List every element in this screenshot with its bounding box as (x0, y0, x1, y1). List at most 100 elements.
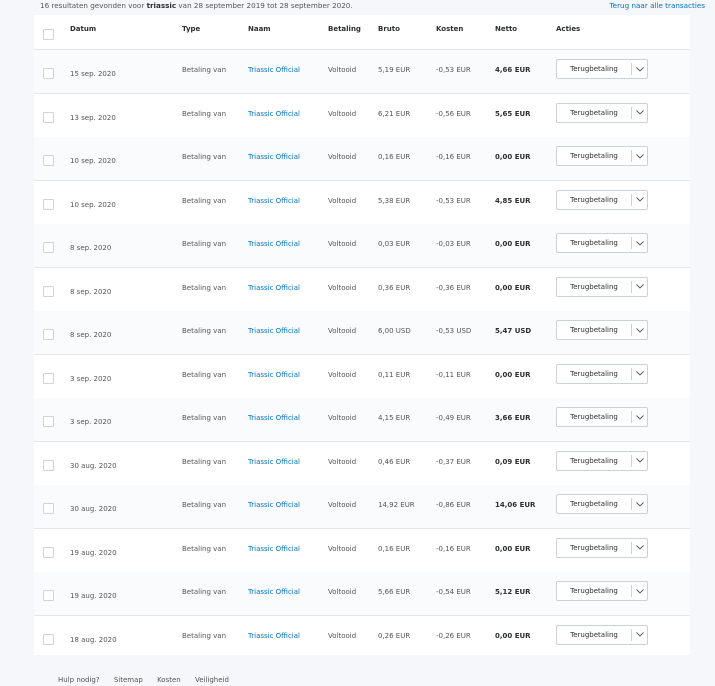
table-row[interactable]: 30 aug. 2020 Betaling van Triassic Officia… (34, 442, 690, 486)
back-to-transactions-link[interactable]: Terug naar alle transacties (610, 0, 705, 11)
column-header-net[interactable]: Netto (495, 25, 517, 33)
cell-status: Voltooid (328, 109, 357, 118)
cell-name-link[interactable]: Triassic Official (248, 588, 300, 596)
cell-date: 30 aug. 2020 (70, 461, 117, 470)
table-row[interactable]: 8 sep. 2020 Betaling van Triassic Official… (34, 224, 690, 268)
table-row[interactable]: 3 sep. 2020 Betaling van Triassic Official… (34, 398, 690, 442)
footer-link-help[interactable]: Hulp nodig? (58, 676, 100, 684)
cell-name-link[interactable]: Triassic Official (248, 66, 300, 74)
cell-name-link[interactable]: Triassic Official (248, 414, 300, 422)
cell-name-link[interactable]: Triassic Official (248, 458, 300, 466)
actions-dropdown-toggle[interactable] (632, 147, 648, 165)
summary-prefix: 16 resultaten gevonden voor (40, 1, 147, 10)
cell-date: 18 aug. 2020 (70, 635, 117, 644)
cell-name-link[interactable]: Triassic Official (248, 327, 300, 335)
table-row[interactable]: 10 sep. 2020 Betaling van Triassic Officia… (34, 137, 690, 181)
cell-name-link[interactable]: Triassic Official (248, 110, 300, 118)
cell-name-link[interactable]: Triassic Official (248, 501, 300, 509)
refund-split-button: Terugbetaling (556, 189, 648, 210)
cell-name-link[interactable]: Triassic Official (248, 284, 300, 292)
cell-fee: -0,37 EUR (436, 457, 471, 466)
table-row[interactable]: 3 sep. 2020 Betaling van Triassic Official… (34, 355, 690, 399)
row-checkbox[interactable] (43, 503, 54, 514)
refund-button[interactable]: Terugbetaling (557, 147, 631, 165)
table-row[interactable]: 8 sep. 2020 Betaling van Triassic Official… (34, 311, 690, 355)
cell-name-link[interactable]: Triassic Official (248, 197, 300, 205)
cell-net: 4,85 EUR (495, 196, 531, 205)
row-checkbox[interactable] (43, 546, 54, 558)
cell-name-link[interactable]: Triassic Official (248, 632, 300, 640)
chevron-down-icon (636, 110, 644, 115)
actions-dropdown-toggle[interactable] (632, 539, 648, 557)
row-checkbox[interactable] (43, 633, 54, 645)
table-row[interactable]: 13 sep. 2020 Betaling van Triassic Officia… (34, 94, 690, 138)
footer-link-fees[interactable]: Kosten (157, 676, 181, 684)
table-row[interactable]: 30 aug. 2020 Betaling van Triassic Officia… (34, 485, 690, 529)
row-checkbox[interactable] (43, 68, 54, 79)
refund-split-button: Terugbetaling (556, 233, 648, 253)
actions-dropdown-toggle[interactable] (632, 582, 648, 600)
row-checkbox[interactable] (43, 242, 54, 253)
actions-dropdown-toggle[interactable] (632, 234, 648, 252)
cell-name-link[interactable]: Triassic Official (248, 371, 300, 379)
actions-dropdown-toggle[interactable] (632, 408, 648, 426)
table-row[interactable]: 18 aug. 2020 Betaling van Triassic Officia… (34, 616, 690, 656)
column-header-gross[interactable]: Bruto (378, 25, 400, 33)
column-header-type[interactable]: Type (182, 25, 200, 33)
actions-dropdown-toggle[interactable] (632, 278, 648, 296)
refund-button[interactable]: Terugbetaling (557, 582, 631, 600)
cell-gross: 0,11 EUR (378, 370, 411, 379)
actions-dropdown-toggle[interactable] (632, 60, 648, 78)
actions-dropdown-toggle[interactable] (632, 452, 648, 470)
footer-link-sitemap[interactable]: Sitemap (114, 676, 143, 684)
row-checkbox[interactable] (43, 329, 54, 340)
column-header-fee[interactable]: Kosten (436, 25, 463, 33)
refund-button[interactable]: Terugbetaling (557, 539, 631, 557)
column-header-status[interactable]: Betaling (328, 25, 361, 33)
actions-dropdown-toggle[interactable] (632, 626, 648, 644)
cell-status: Voltooid (328, 501, 357, 509)
table-row[interactable]: 19 aug. 2020 Betaling van Triassic Officia… (34, 529, 690, 573)
cell-fee: -0,11 EUR (436, 370, 471, 379)
cell-name-link[interactable]: Triassic Official (248, 240, 300, 248)
row-checkbox[interactable] (43, 285, 54, 297)
refund-button[interactable]: Terugbetaling (557, 278, 631, 296)
select-all-checkbox[interactable] (43, 29, 54, 40)
chevron-down-icon (636, 66, 644, 72)
footer-link-security[interactable]: Veiligheid (195, 676, 229, 684)
table-row[interactable]: 19 aug. 2020 Betaling van Triassic Officia… (34, 572, 690, 616)
row-checkbox[interactable] (43, 111, 54, 123)
refund-button[interactable]: Terugbetaling (557, 452, 631, 470)
actions-dropdown-toggle[interactable] (632, 365, 648, 383)
column-header-name[interactable]: Naam (248, 25, 271, 33)
row-checkbox[interactable] (43, 198, 54, 210)
row-checkbox[interactable] (43, 155, 54, 166)
actions-dropdown-toggle[interactable] (632, 495, 648, 513)
refund-button[interactable]: Terugbetaling (557, 408, 631, 426)
cell-date: 19 aug. 2020 (70, 548, 117, 557)
refund-button[interactable]: Terugbetaling (557, 191, 631, 209)
table-row[interactable]: 15 sep. 2020 Betaling van Triassic Officia… (34, 50, 690, 94)
table-row[interactable]: 8 sep. 2020 Betaling van Triassic Official… (34, 268, 690, 312)
refund-button[interactable]: Terugbetaling (557, 234, 631, 252)
cell-name-link[interactable]: Triassic Official (248, 545, 300, 553)
row-checkbox[interactable] (43, 459, 54, 471)
refund-button[interactable]: Terugbetaling (557, 104, 631, 122)
row-checkbox[interactable] (43, 372, 54, 384)
column-header-date[interactable]: Datum (70, 25, 96, 33)
refund-button[interactable]: Terugbetaling (557, 495, 631, 513)
refund-button[interactable]: Terugbetaling (557, 365, 631, 383)
actions-dropdown-toggle[interactable] (632, 321, 648, 339)
refund-button[interactable]: Terugbetaling (557, 626, 631, 644)
cell-name-link[interactable]: Triassic Official (248, 153, 300, 161)
refund-button[interactable]: Terugbetaling (557, 321, 631, 339)
row-checkbox[interactable] (43, 590, 54, 601)
cell-date: 30 aug. 2020 (70, 505, 117, 513)
cell-status: Voltooid (328, 283, 357, 292)
row-checkbox[interactable] (43, 416, 54, 427)
cell-gross: 0,26 EUR (378, 631, 411, 640)
table-row[interactable]: 10 sep. 2020 Betaling van Triassic Officia… (34, 181, 690, 225)
refund-button[interactable]: Terugbetaling (557, 60, 631, 78)
actions-dropdown-toggle[interactable] (632, 191, 648, 209)
actions-dropdown-toggle[interactable] (632, 104, 648, 122)
